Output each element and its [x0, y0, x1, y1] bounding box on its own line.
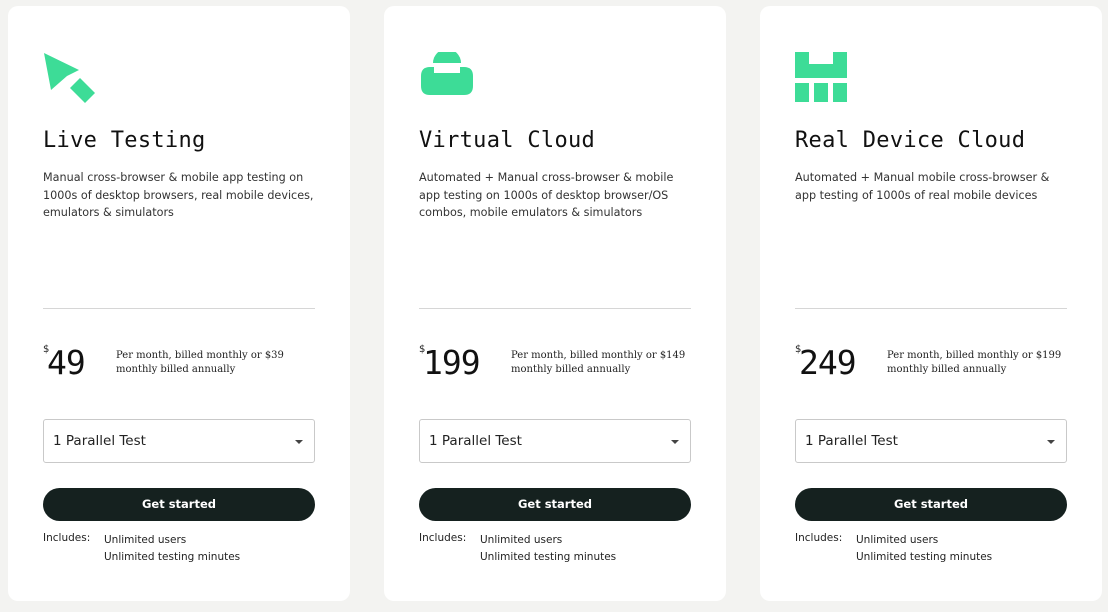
parallel-test-select[interactable]: 1 Parallel Test [43, 419, 315, 463]
plan-description: Automated + Manual mobile cross-browser … [795, 171, 1050, 202]
price-note: Per month, billed monthly or $39 monthly… [116, 350, 284, 375]
plan-card-live-testing: Live Testing Manual cross-browser & mobi… [8, 6, 350, 601]
includes-list: Unlimited users Unlimited testing minute… [480, 532, 616, 565]
list-item: Unlimited testing minutes [480, 550, 617, 563]
chevron-down-icon [671, 440, 679, 444]
chevron-down-icon [1047, 440, 1055, 444]
chevron-down-icon [295, 440, 303, 444]
device-grid-icon [795, 52, 851, 108]
plan-price: 199 [423, 343, 481, 382]
plan-title: Virtual Cloud [419, 128, 596, 153]
divider [419, 308, 691, 309]
includes-list: Unlimited users Unlimited testing minute… [856, 532, 992, 565]
includes-label: Includes: [795, 532, 843, 544]
plan-price: 249 [799, 343, 857, 382]
price-note: Per month, billed monthly or $199 monthl… [887, 350, 1062, 375]
plan-title: Live Testing [43, 128, 206, 153]
includes-label: Includes: [43, 532, 91, 544]
list-item: Unlimited testing minutes [856, 550, 993, 563]
select-value: 1 Parallel Test [429, 433, 522, 449]
get-started-button[interactable]: Get started [795, 488, 1067, 521]
select-value: 1 Parallel Test [805, 433, 898, 449]
plan-card-real-device-cloud: Real Device Cloud Automated + Manual mob… [760, 6, 1102, 601]
list-item: Unlimited testing minutes [104, 550, 241, 563]
includes-list: Unlimited users Unlimited testing minute… [104, 532, 240, 565]
divider [43, 308, 315, 309]
plan-description: Automated + Manual cross-browser & mobil… [419, 171, 674, 219]
plan-description: Manual cross-browser & mobile app testin… [43, 171, 314, 219]
list-item: Unlimited users [480, 534, 563, 546]
parallel-test-select[interactable]: 1 Parallel Test [419, 419, 691, 463]
plan-card-virtual-cloud: Virtual Cloud Automated + Manual cross-b… [384, 6, 726, 601]
price-note: Per month, billed monthly or $149 monthl… [511, 350, 686, 375]
parallel-test-select[interactable]: 1 Parallel Test [795, 419, 1067, 463]
list-item: Unlimited users [104, 534, 187, 546]
includes-label: Includes: [419, 532, 467, 544]
get-started-button[interactable]: Get started [419, 488, 691, 521]
get-started-button[interactable]: Get started [43, 488, 315, 521]
cloud-icon [419, 52, 475, 108]
select-value: 1 Parallel Test [53, 433, 146, 449]
divider [795, 308, 1067, 309]
list-item: Unlimited users [856, 534, 939, 546]
plan-price: 49 [47, 343, 86, 382]
plan-title: Real Device Cloud [795, 128, 1026, 153]
cursor-arrow-icon [43, 52, 99, 108]
